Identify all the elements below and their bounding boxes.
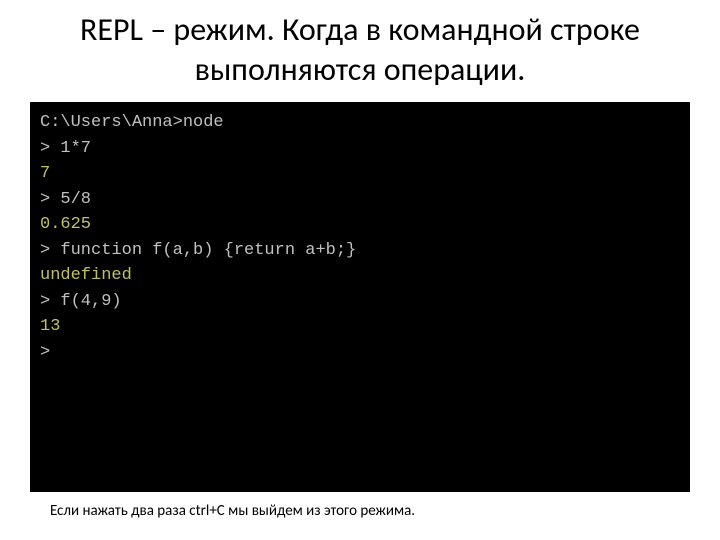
slide: REPL – режим. Когда в командной строке в… <box>0 0 720 540</box>
terminal-input: > <box>40 340 680 366</box>
terminal-output: 13 <box>40 314 680 340</box>
terminal-window: C:\Users\Anna>node > 1*7 7 > 5/8 0.625 >… <box>30 102 690 492</box>
terminal-input: > f(4,9) <box>40 289 680 315</box>
slide-footer: Если нажать два раза ctrl+C мы выйдем из… <box>30 502 690 520</box>
terminal-output: undefined <box>40 263 680 289</box>
terminal-output: 0.625 <box>40 212 680 238</box>
slide-title: REPL – режим. Когда в командной строке в… <box>30 10 690 90</box>
terminal-prompt: C:\Users\Anna>node <box>40 110 680 136</box>
terminal-input: > 1*7 <box>40 136 680 162</box>
terminal-input: > function f(a,b) {return a+b;} <box>40 238 680 264</box>
terminal-input: > 5/8 <box>40 187 680 213</box>
terminal-output: 7 <box>40 161 680 187</box>
